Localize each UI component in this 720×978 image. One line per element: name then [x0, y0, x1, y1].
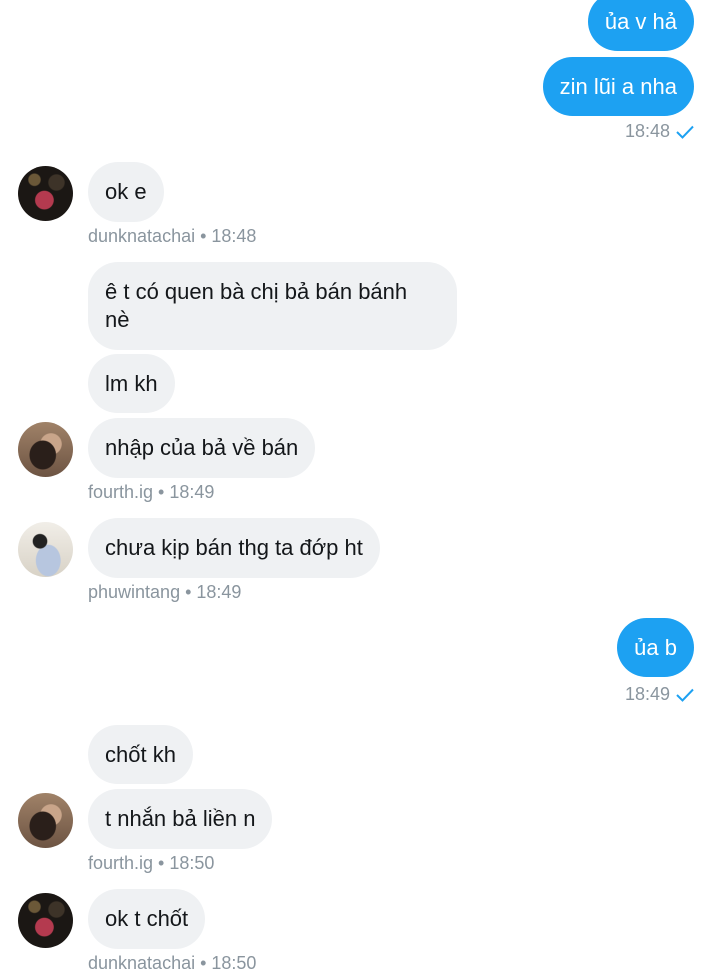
avatar[interactable]: [18, 793, 73, 848]
incoming-message[interactable]: t nhắn bả liền n: [88, 789, 273, 849]
incoming-message[interactable]: chốt kh: [88, 725, 193, 784]
incoming-message[interactable]: ok e: [88, 162, 164, 222]
checkmark-icon: [676, 689, 694, 703]
message-timestamp: 18:49: [625, 684, 694, 705]
sender-timestamp: dunknatachai • 18:50: [88, 953, 257, 973]
avatar[interactable]: [18, 422, 73, 477]
incoming-message[interactable]: chưa kịp bán thg ta đớp ht: [88, 518, 380, 578]
outgoing-message[interactable]: zin lũi a nha: [542, 57, 694, 116]
sender-timestamp: dunknatachai • 18:48: [88, 226, 257, 246]
avatar[interactable]: [18, 893, 73, 948]
avatar[interactable]: [18, 166, 73, 221]
outgoing-message[interactable]: ủa b: [617, 618, 694, 677]
conversation-thread: ủa v hả zin lũi a nha 18:48 ok e dunknat…: [0, 0, 720, 978]
outgoing-message[interactable]: ủa v hả: [587, 0, 694, 51]
sender-timestamp: fourth.ig • 18:49: [88, 482, 215, 502]
sender-timestamp: phuwintang • 18:49: [88, 582, 242, 602]
checkmark-icon: [676, 126, 694, 140]
incoming-message[interactable]: ok t chốt: [88, 889, 206, 949]
avatar[interactable]: [18, 522, 73, 577]
sender-timestamp: fourth.ig • 18:50: [88, 853, 215, 873]
incoming-message[interactable]: nhập của bả về bán: [88, 418, 316, 478]
incoming-message[interactable]: lm kh: [88, 354, 175, 413]
incoming-message[interactable]: ê t có quen bà chị bả bán bánh nè: [88, 262, 457, 350]
message-timestamp: 18:48: [625, 121, 694, 142]
